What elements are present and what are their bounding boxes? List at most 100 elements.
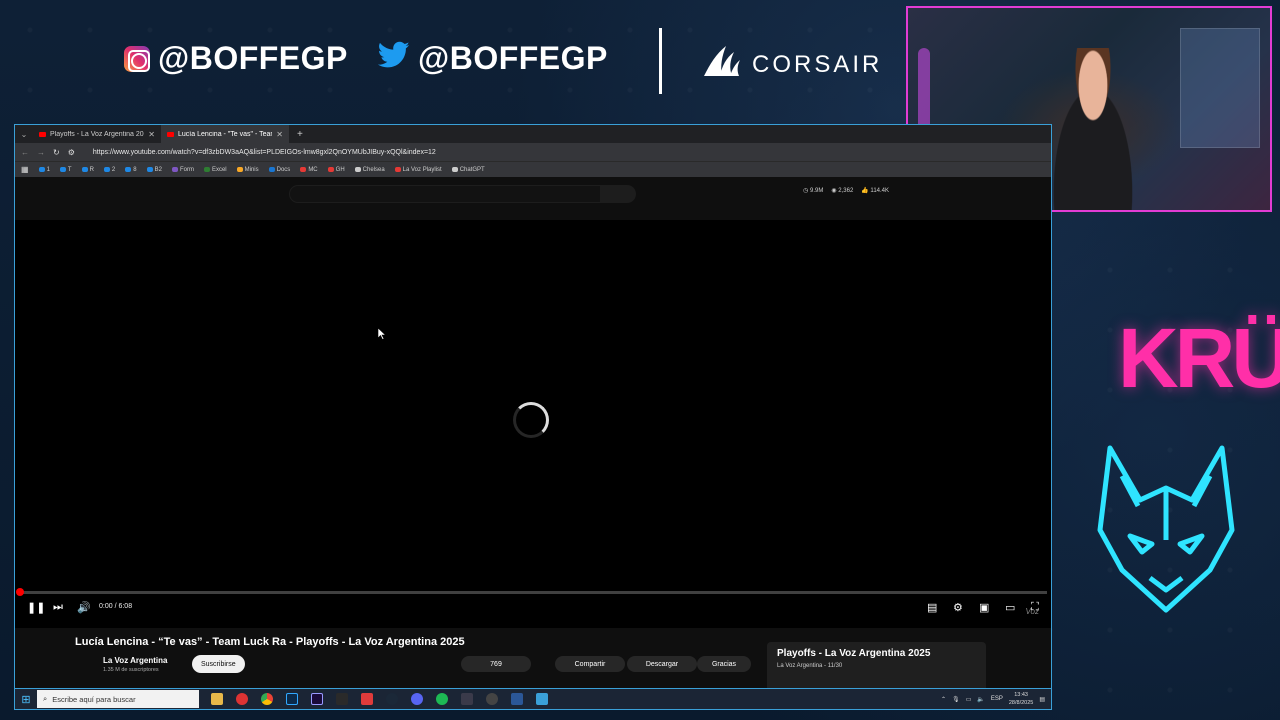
video-stats-extension: ◷ 9.9M ◉ 2,362 👍 114.4K <box>803 187 889 194</box>
corsair-sails-icon <box>702 44 742 86</box>
word-icon[interactable] <box>511 693 523 705</box>
thanks-button[interactable]: Gracias <box>697 656 751 672</box>
network-icon[interactable]: ▭ <box>966 696 972 703</box>
bookmark-item[interactable]: Docs <box>268 167 290 173</box>
spotify-icon[interactable] <box>436 693 448 705</box>
language-indicator[interactable]: ESP <box>991 696 1003 702</box>
instagram-handle: @BOFFEGP <box>158 40 348 76</box>
bookmark-label: R <box>89 166 94 173</box>
views-count: 9.9M <box>810 188 824 194</box>
twitter-icon <box>377 41 410 77</box>
mouse-cursor-icon <box>378 328 386 340</box>
obs-icon[interactable] <box>486 693 498 705</box>
bookmark-item[interactable]: R <box>81 166 94 173</box>
bookmark-item[interactable]: Chelsea <box>354 166 385 173</box>
notifications-icon[interactable]: ▤ <box>1039 696 1045 703</box>
like-button[interactable]: 769 <box>461 656 531 672</box>
comments-count: 2,362 <box>838 188 854 194</box>
taskbar-apps <box>211 693 548 705</box>
youtube-search-button[interactable] <box>601 185 636 203</box>
bookmark-item[interactable]: La Voz Playlist <box>394 166 442 173</box>
windows-start-icon[interactable]: ⊞ <box>15 693 37 706</box>
bookmark-item[interactable]: Minis <box>236 167 259 173</box>
youtube-favicon-icon <box>39 131 46 137</box>
opera-icon[interactable] <box>236 693 248 705</box>
theater-mode-icon[interactable]: ▭ <box>1005 601 1015 614</box>
next-icon[interactable]: ⏭ <box>53 601 63 614</box>
tab-list-chevron-icon[interactable]: ⌄ <box>15 130 33 139</box>
comments-stat: ◉ 2,362 <box>831 188 854 194</box>
bookmark-label: Chelsea <box>362 166 385 173</box>
reload-icon[interactable]: ↻ <box>53 148 60 157</box>
bookmark-item[interactable]: 1 <box>38 166 50 173</box>
subscribe-button[interactable]: Suscribirse <box>192 655 245 673</box>
url-field[interactable]: https://www.youtube.com/watch?v=df3zbDW3… <box>93 149 436 156</box>
share-button[interactable]: Compartir <box>555 656 625 672</box>
app-red-icon[interactable] <box>361 693 373 705</box>
bookmark-item[interactable]: 2 <box>103 167 115 173</box>
bookmark-item[interactable]: ChatGPT <box>451 167 485 173</box>
pause-icon[interactable]: ❚❚ <box>27 601 45 614</box>
bookmark-icon <box>103 167 110 172</box>
bookmark-icon <box>125 167 132 172</box>
browser-window: ⌄ Playoffs - La Voz Argentina 202 ✕ Lucí… <box>14 124 1052 710</box>
views-stat: ◷ 9.9M <box>803 188 824 194</box>
chrome-icon[interactable] <box>261 693 273 705</box>
progress-scrubber[interactable] <box>16 588 24 596</box>
fullscreen-icon[interactable]: ⛶ <box>1031 601 1039 614</box>
bookmark-label: 1 <box>46 166 50 173</box>
playlist-panel[interactable]: Playoffs - La Voz Argentina 2025 La Voz … <box>767 642 986 692</box>
site-info-icon[interactable]: ⚙ <box>68 148 75 157</box>
bookmark-item[interactable]: Form <box>171 167 194 173</box>
bookmark-item[interactable]: MC <box>300 167 318 173</box>
instagram-icon <box>124 45 150 72</box>
taskbar-search[interactable]: ⌕ Escribe aquí para buscar <box>37 690 199 708</box>
photoshop-icon[interactable] <box>286 693 298 705</box>
settings-gear-icon[interactable]: ⚙ <box>953 601 963 614</box>
download-button[interactable]: Descargar <box>627 656 697 672</box>
app-gray-icon[interactable] <box>461 693 473 705</box>
new-tab-button[interactable]: + <box>289 129 311 140</box>
bookmark-icon <box>394 167 401 172</box>
tab-video[interactable]: Lucía Lencina - "Te vas" - Tean ✕ <box>161 125 289 143</box>
bookmark-item[interactable]: Excel <box>203 167 227 173</box>
volume-tray-icon[interactable]: 🔈 <box>977 696 984 703</box>
file-explorer-icon[interactable] <box>211 693 223 705</box>
tab-playlist[interactable]: Playoffs - La Voz Argentina 202 ✕ <box>33 125 161 143</box>
youtube-search-input[interactable] <box>289 185 601 203</box>
instagram-social: @BOFFEGP <box>124 40 348 77</box>
back-icon[interactable]: ← <box>21 148 29 157</box>
bookmark-icon <box>268 167 275 172</box>
close-tab-icon[interactable]: ✕ <box>148 130 155 139</box>
discord-icon[interactable] <box>411 693 423 705</box>
bookmark-icon <box>236 167 243 172</box>
premiere-icon[interactable] <box>311 693 323 705</box>
subscriber-count: 1.35 M de suscriptores <box>103 667 159 673</box>
bookmark-item[interactable]: T <box>59 167 72 173</box>
like-count: 769 <box>490 660 502 668</box>
bookmark-item[interactable]: 8 <box>125 167 137 173</box>
subtitles-icon[interactable]: ▤ <box>927 601 937 614</box>
search-icon: ⌕ <box>43 694 48 703</box>
close-tab-icon[interactable]: ✕ <box>276 130 283 139</box>
volume-icon[interactable]: 🔊 <box>77 601 91 614</box>
miniplayer-icon[interactable]: ▣ <box>979 601 989 614</box>
bookmark-icon <box>451 167 458 172</box>
channel-name[interactable]: La Voz Argentina <box>103 656 167 665</box>
bookmark-label: La Voz Playlist <box>402 166 442 173</box>
video-player[interactable]: Voz <box>15 220 1051 628</box>
clock[interactable]: 13:43 28/8/2025 <box>1009 691 1033 707</box>
bookmark-item[interactable]: B2 <box>146 167 162 173</box>
bookmark-icon <box>203 167 210 172</box>
apps-grid-icon[interactable]: ▦ <box>21 165 29 174</box>
corsair-wordmark: CORSAIR <box>752 51 883 78</box>
bookmark-label: GH <box>335 166 345 173</box>
steam-icon[interactable] <box>386 693 398 705</box>
progress-bar[interactable] <box>16 588 1047 596</box>
forward-icon[interactable]: → <box>37 148 45 157</box>
microphone-icon[interactable]: 🎙 <box>952 696 960 703</box>
tray-expand-icon[interactable]: ⌃ <box>941 696 946 703</box>
bookmark-item[interactable]: GH <box>327 166 345 173</box>
app-blue-icon[interactable] <box>536 693 548 705</box>
calculator-icon[interactable] <box>336 693 348 705</box>
